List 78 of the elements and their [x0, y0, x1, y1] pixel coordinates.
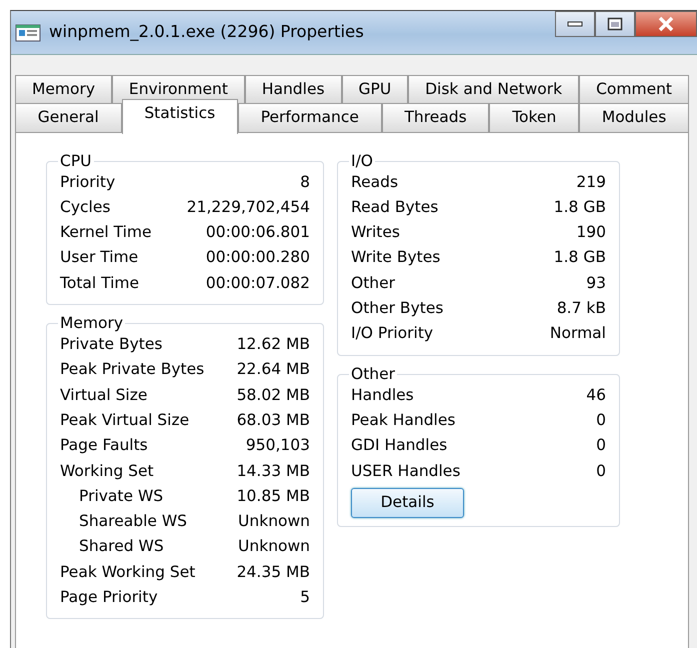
stat-value: 12.62 MB [236, 334, 310, 356]
minimize-button[interactable] [555, 11, 595, 37]
stat-value: 24.35 MB [236, 562, 310, 583]
group-title: Other [350, 366, 396, 383]
tab[interactable]: Threads [382, 103, 490, 132]
stat-label: Cycles [60, 196, 110, 218]
stat-value: 00:00:00.280 [206, 247, 310, 268]
stat-value: 46 [586, 384, 606, 406]
stat-label: Virtual Size [60, 384, 148, 406]
stat-label: Total Time [60, 272, 140, 294]
stat-value: 14.33 MB [236, 460, 310, 482]
stat-label: Peak Handles [351, 410, 456, 431]
stat-value: 950,103 [246, 435, 310, 456]
tab[interactable]: Handles [244, 75, 342, 104]
tab[interactable]: Statistics [122, 99, 238, 134]
stat-label: GDI Handles [351, 435, 448, 456]
stat-label: Peak Private Bytes [60, 359, 204, 380]
stat-value: 8.7 kB [556, 298, 606, 320]
stat-label: Shared WS [79, 536, 164, 558]
stat-value: 0 [596, 410, 606, 431]
stat-label: Write Bytes [351, 247, 440, 268]
tab[interactable]: Token [489, 103, 580, 132]
tab[interactable]: GPU [342, 75, 408, 104]
stat-label: Page Faults [60, 435, 148, 456]
stat-label: Handles [351, 384, 414, 406]
tab[interactable]: Modules [579, 103, 690, 132]
stat-label: Shareable WS [79, 511, 188, 532]
group-title: CPU [59, 152, 93, 170]
tab[interactable]: Memory [15, 75, 112, 104]
stat-value: 10.85 MB [236, 486, 310, 507]
stat-value: 190 [576, 222, 606, 244]
stat-label: USER Handles [351, 460, 460, 482]
stat-label: Read Bytes [351, 196, 438, 218]
stat-label: User Time [60, 247, 138, 268]
stat-label: Private Bytes [60, 334, 162, 356]
details-button[interactable]: Details [351, 488, 464, 518]
stat-value: 5 [300, 587, 310, 608]
tab[interactable]: Performance [238, 103, 382, 132]
stat-value: 21,229,702,454 [186, 196, 310, 218]
stat-value: Normal [550, 323, 606, 344]
stat-value: 00:00:07.082 [206, 272, 310, 294]
minimize-icon [567, 21, 583, 27]
stat-value: Unknown [238, 536, 310, 558]
window-title: winpmem_2.0.1.exe (2296) Properties [49, 21, 364, 44]
stat-value: 1.8 GB [554, 196, 606, 218]
close-icon [657, 16, 675, 32]
tab[interactable]: General [15, 103, 122, 132]
stat-label: Working Set [60, 460, 154, 482]
stat-label: Page Priority [60, 587, 158, 608]
stat-label: Kernel Time [60, 222, 152, 244]
stat-label: Reads [351, 172, 398, 193]
stat-label: Peak Working Set [60, 562, 196, 583]
stat-label: I/O Priority [351, 323, 434, 344]
group-title: I/O [350, 152, 374, 170]
tab[interactable]: Disk and Network [408, 75, 580, 104]
stat-label: Private WS [79, 486, 164, 507]
stat-value: Unknown [238, 511, 310, 532]
stat-value: 22.64 MB [236, 359, 310, 380]
stat-value: 58.02 MB [236, 384, 310, 406]
stat-value: 93 [586, 272, 606, 294]
stat-value: 219 [576, 172, 606, 193]
close-button[interactable] [635, 11, 697, 37]
stat-value: 0 [596, 460, 606, 482]
maximize-button[interactable] [595, 11, 635, 37]
stat-value: 00:00:06.801 [206, 222, 310, 244]
tab[interactable]: Comment [579, 75, 689, 104]
maximize-icon [607, 17, 623, 31]
stat-label: Other Bytes [351, 298, 444, 320]
stat-label: Priority [60, 172, 116, 193]
group-title: Memory [59, 315, 124, 332]
stat-label: Other [351, 272, 396, 294]
stat-value: 0 [596, 435, 606, 456]
stat-label: Writes [351, 222, 400, 244]
stat-label: Peak Virtual Size [60, 410, 190, 431]
window-app-icon [15, 24, 41, 42]
stat-value: 68.03 MB [236, 410, 310, 431]
stat-value: 8 [300, 172, 310, 193]
stat-value: 1.8 GB [554, 247, 606, 268]
